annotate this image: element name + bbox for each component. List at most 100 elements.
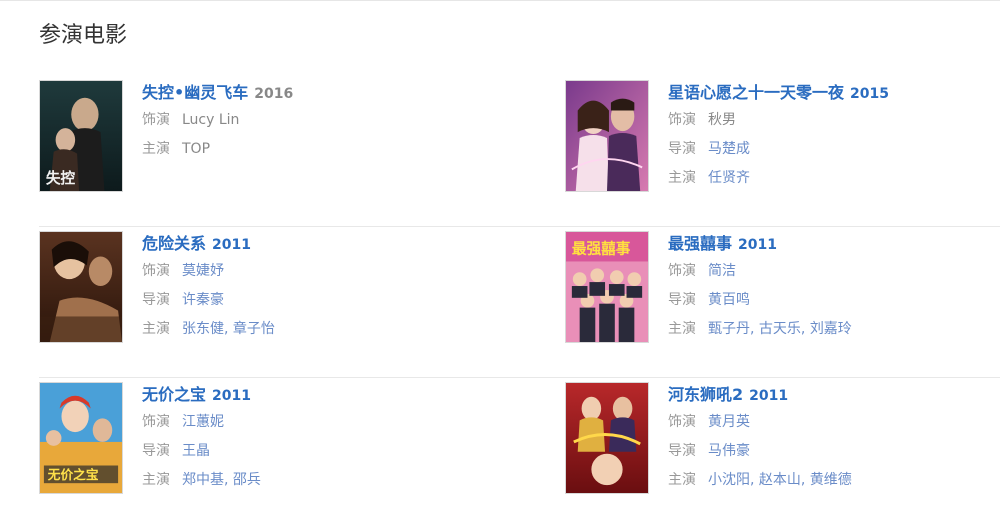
movie-poster[interactable] [565, 80, 649, 192]
role-names: 秋男 [708, 112, 736, 128]
movie-info: 河东狮吼2 2011 饰演 黄月英 导演 马伟豪 主演 小沈阳, 赵本山, 黄维德 [668, 382, 1000, 495]
role-line: 主演 张东健, 章子怡 [142, 315, 502, 344]
movie-year: 2011 [212, 237, 251, 253]
role-line: 导演 王晶 [142, 437, 502, 466]
role-names: 小沈阳, 赵本山, 黄维德 [708, 472, 852, 488]
role-names: 甄子丹, 古天乐, 刘嘉玲 [708, 321, 852, 337]
person-name-link[interactable]: 黄百鸣 [708, 292, 750, 308]
movie-title-line: 危险关系 2011 [142, 231, 502, 257]
movie-title-line: 星语心愿之十一天零一夜 2015 [668, 80, 1000, 106]
movie-row: 无价之宝 无价之宝 2011 饰演 江蕙妮 导演 王晶 主演 郑中基, 邵兵 河东狮吼2 201… [39, 378, 1000, 529]
person-name-link[interactable]: 莫婕妤 [182, 263, 224, 279]
person-name-link[interactable]: 刘嘉玲 [810, 321, 852, 337]
name-separator: , [224, 321, 233, 337]
role-line: 导演 马楚成 [668, 135, 1000, 164]
person-name-link[interactable]: 黄月英 [708, 414, 750, 430]
movie-row: 失控 失控•幽灵飞车 2016 饰演 Lucy Lin 主演 TOP 星语心愿之十一天零一… [39, 76, 1000, 227]
person-name-link[interactable]: 黄维德 [810, 472, 852, 488]
movie-row: 危险关系 2011 饰演 莫婕妤 导演 许秦豪 主演 张东健, 章子怡 最强囍事 最强囍事 20… [39, 227, 1000, 378]
person-name-link[interactable]: 马楚成 [708, 141, 750, 157]
movie-poster[interactable] [39, 231, 123, 343]
role-line: 主演 甄子丹, 古天乐, 刘嘉玲 [668, 315, 1000, 344]
role-names: 莫婕妤 [182, 263, 224, 279]
role-label: 饰演 [668, 112, 696, 128]
person-name-link[interactable]: 任贤齐 [708, 170, 750, 186]
movie-poster[interactable]: 最强囍事 [565, 231, 649, 343]
person-name-link[interactable]: 郑中基 [182, 472, 224, 488]
role-label: 导演 [142, 292, 170, 308]
movie-year: 2016 [254, 86, 294, 102]
role-label: 主演 [142, 141, 170, 157]
role-line: 导演 许秦豪 [142, 286, 502, 315]
role-line: 导演 马伟豪 [668, 437, 1000, 466]
role-names: TOP [182, 141, 210, 157]
person-name: 秋男 [708, 112, 736, 128]
role-label: 导演 [668, 443, 696, 459]
movie-title-line: 最强囍事 2011 [668, 231, 1000, 257]
name-separator: , [800, 321, 810, 337]
role-names: 王晶 [182, 443, 210, 459]
name-separator: , [800, 472, 810, 488]
person-name: Lucy Lin [182, 112, 240, 128]
movie-poster[interactable]: 无价之宝 [39, 382, 123, 494]
person-name-link[interactable]: 王晶 [182, 443, 210, 459]
person-name-link[interactable]: 古天乐 [759, 321, 801, 337]
role-label: 饰演 [142, 112, 170, 128]
movie-year: 2015 [850, 86, 889, 102]
role-line: 饰演 简洁 [668, 257, 1000, 286]
role-line: 导演 黄百鸣 [668, 286, 1000, 315]
movie-poster[interactable]: 失控 [39, 80, 123, 192]
person-name-link[interactable]: 简洁 [708, 263, 736, 279]
movie-title-link[interactable]: 最强囍事 [668, 234, 732, 253]
movie-title-link[interactable]: 失控•幽灵飞车 [142, 83, 248, 102]
person-name-link[interactable]: 甄子丹 [708, 321, 750, 337]
movie-title-link[interactable]: 无价之宝 [142, 385, 206, 404]
role-line: 主演 任贤齐 [668, 164, 1000, 193]
svg-text:最强囍事: 最强囍事 [572, 240, 631, 258]
movie-title-line: 河东狮吼2 2011 [668, 382, 1000, 408]
movie-title-link[interactable]: 危险关系 [142, 234, 206, 253]
role-names: 张东健, 章子怡 [182, 321, 275, 337]
svg-text:失控: 失控 [46, 169, 76, 187]
role-label: 饰演 [142, 414, 170, 430]
role-label: 主演 [142, 321, 170, 337]
role-label: 主演 [668, 321, 696, 337]
role-label: 饰演 [668, 263, 696, 279]
person-name-link[interactable]: 小沈阳 [708, 472, 750, 488]
role-label: 导演 [142, 443, 170, 459]
role-names: 马楚成 [708, 141, 750, 157]
person-name-link[interactable]: 马伟豪 [708, 443, 750, 459]
person-name-link[interactable]: 江蕙妮 [182, 414, 224, 430]
role-line: 饰演 江蕙妮 [142, 408, 502, 437]
person-name: TOP [182, 141, 211, 157]
movie-year: 2011 [212, 388, 251, 404]
role-line: 饰演 Lucy Lin [142, 106, 502, 135]
person-name-link[interactable]: 赵本山 [759, 472, 801, 488]
movie-card: 失控 失控•幽灵飞车 2016 饰演 Lucy Lin 主演 TOP [39, 80, 509, 200]
role-line: 饰演 黄月英 [668, 408, 1000, 437]
person-name-link[interactable]: 许秦豪 [182, 292, 224, 308]
movie-card: 星语心愿之十一天零一夜 2015 饰演 秋男 导演 马楚成 主演 任贤齐 [565, 80, 1000, 200]
top-border [0, 0, 1000, 1]
movie-title-link[interactable]: 星语心愿之十一天零一夜 [668, 83, 844, 102]
movie-year: 2011 [749, 388, 789, 404]
movie-title-line: 失控•幽灵飞车 2016 [142, 80, 502, 106]
role-line: 主演 郑中基, 邵兵 [142, 466, 502, 495]
person-name-link[interactable]: 邵兵 [233, 472, 261, 488]
role-label: 主演 [668, 170, 696, 186]
movie-year: 2011 [738, 237, 777, 253]
person-name-link[interactable]: 章子怡 [233, 321, 275, 337]
section-title: 参演电影 [39, 23, 128, 48]
person-name-link[interactable]: 张东健 [182, 321, 224, 337]
role-label: 主演 [668, 472, 696, 488]
movie-grid: 失控 失控•幽灵飞车 2016 饰演 Lucy Lin 主演 TOP 星语心愿之十一天零一… [39, 76, 1000, 529]
role-names: 黄百鸣 [708, 292, 750, 308]
role-line: 饰演 莫婕妤 [142, 257, 502, 286]
role-names: 任贤齐 [708, 170, 750, 186]
svg-text:无价之宝: 无价之宝 [47, 467, 99, 482]
name-separator: , [750, 321, 759, 337]
name-separator: , [750, 472, 759, 488]
movie-title-link[interactable]: 河东狮吼2 [668, 385, 743, 404]
movie-poster[interactable] [565, 382, 649, 494]
role-line: 饰演 秋男 [668, 106, 1000, 135]
